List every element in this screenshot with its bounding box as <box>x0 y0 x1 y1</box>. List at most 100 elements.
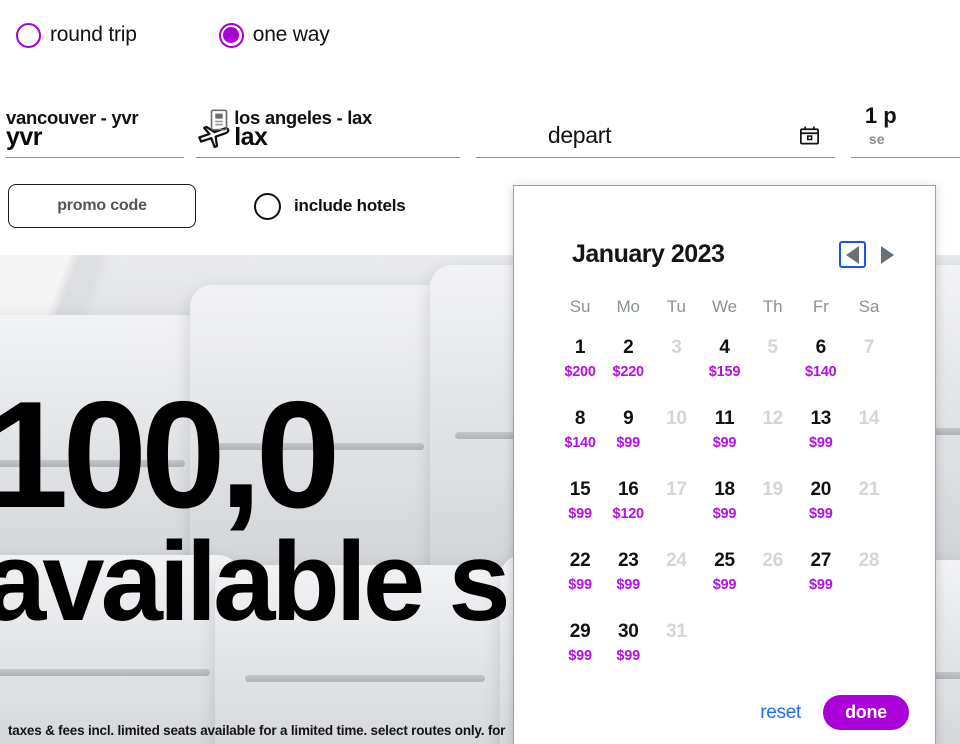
calendar-day-12: 12 <box>749 404 797 475</box>
calendar-day-grid: 1 $200 2 $220 3 4 $159 5 6 $140 7 8 $140 9 $99 10 11 $99 1… <box>514 317 935 688</box>
calendar-day-number: 4 <box>719 337 730 358</box>
calendar-day-21: 21 <box>845 475 893 546</box>
calendar-day-9[interactable]: 9 $99 <box>604 404 652 475</box>
calendar-day-22[interactable]: 22 $99 <box>556 546 604 617</box>
destination-field[interactable]: los angeles - lax lax <box>196 96 460 158</box>
calendar-month-label: January 2023 <box>572 240 725 268</box>
calendar-day-15[interactable]: 15 $99 <box>556 475 604 546</box>
radio-round-trip-label: round trip <box>50 23 137 46</box>
weekday-fr: Fr <box>812 297 829 316</box>
calendar-day-number: 10 <box>666 408 687 429</box>
calendar-day-number: 8 <box>574 408 586 429</box>
calendar-footer: reset done <box>514 695 935 744</box>
calendar-day-price: $99 <box>712 577 737 593</box>
calendar-day-4[interactable]: 4 $159 <box>700 333 748 404</box>
calendar-day-price: $99 <box>808 506 833 522</box>
weekday-tu: Tu <box>666 297 686 316</box>
calendar-day-number: 3 <box>671 337 682 358</box>
destination-value: lax <box>234 123 268 151</box>
calendar-day-number: 21 <box>858 479 880 500</box>
include-hotels-indicator[interactable] <box>254 192 281 220</box>
calendar-day-31: 31 <box>652 617 700 688</box>
calendar-day-number: 27 <box>810 550 832 571</box>
promo-code-button[interactable]: promo code <box>8 184 196 228</box>
calendar-day-1[interactable]: 1 $200 <box>556 333 604 404</box>
reset-button[interactable]: reset <box>760 702 801 724</box>
calendar-day-number: 5 <box>767 337 778 358</box>
depart-placeholder: depart <box>547 122 612 148</box>
calendar-day-27[interactable]: 27 $99 <box>797 546 845 617</box>
calendar-day-23[interactable]: 23 $99 <box>604 546 652 617</box>
calendar-day-5: 5 <box>749 333 797 404</box>
include-hotels-toggle[interactable]: include hotels <box>254 192 406 220</box>
origin-field[interactable]: vancouver - yvr yvr <box>6 96 185 158</box>
calendar-day-number: 12 <box>762 408 783 429</box>
calendar-day-price: $99 <box>808 577 833 593</box>
calendar-day-18[interactable]: 18 $99 <box>700 475 748 546</box>
calendar-nav-group <box>839 241 901 268</box>
calendar-day-number: 15 <box>569 479 591 500</box>
calendar-day-price: $99 <box>568 648 592 664</box>
prev-month-button[interactable] <box>839 241 866 268</box>
radio-round-trip[interactable]: round trip <box>16 22 137 48</box>
calendar-day-30[interactable]: 30 $99 <box>604 617 652 688</box>
calendar-day-price: $99 <box>808 435 833 451</box>
calendar-day-number: 20 <box>810 479 832 500</box>
calendar-day-6[interactable]: 6 $140 <box>797 333 845 404</box>
hero-headline: 100,0 available s <box>0 370 511 645</box>
calendar-day-number: 28 <box>858 550 880 571</box>
weekday-we: We <box>711 297 737 316</box>
radio-one-way-indicator[interactable] <box>218 22 244 48</box>
calendar-day-number: 25 <box>714 550 735 571</box>
calendar-day-number: 19 <box>762 479 783 500</box>
calendar-day-10: 10 <box>652 404 700 475</box>
calendar-day-price: $99 <box>712 506 737 522</box>
calendar-day-number: 6 <box>815 337 827 358</box>
calendar-day-number: 24 <box>666 550 687 571</box>
calendar-day-2[interactable]: 2 $220 <box>604 333 652 404</box>
calendar-day-price: $120 <box>612 506 644 522</box>
calendar-day-number: 23 <box>617 550 639 571</box>
calendar-day-20[interactable]: 20 $99 <box>797 475 845 546</box>
next-month-button[interactable] <box>874 241 901 268</box>
calendar-day-16[interactable]: 16 $120 <box>604 475 652 546</box>
calendar-day-number: 26 <box>762 550 783 571</box>
radio-one-way[interactable]: one way <box>218 22 330 48</box>
calendar-day-price: $99 <box>568 506 592 522</box>
calendar-day-13[interactable]: 13 $99 <box>797 404 845 475</box>
calendar-day-number: 14 <box>858 408 880 429</box>
radio-round-trip-indicator[interactable] <box>16 22 41 48</box>
calendar-day-price: $140 <box>564 435 596 451</box>
passenger-count: 1 p <box>864 103 897 128</box>
calendar-day-number: 29 <box>569 621 591 642</box>
calendar-day-price: $200 <box>564 364 596 380</box>
calendar-day-17: 17 <box>652 475 700 546</box>
calendar-day-number: 17 <box>666 479 687 500</box>
calendar-day-8[interactable]: 8 $140 <box>556 404 604 475</box>
calendar-day-price: $99 <box>616 577 640 593</box>
calendar-day-number: 7 <box>863 337 875 358</box>
calendar-day-19: 19 <box>749 475 797 546</box>
calendar-header: January 2023 <box>514 186 935 269</box>
weekday-su: Su <box>569 297 591 316</box>
calendar-day-26: 26 <box>749 546 797 617</box>
trip-type-selector: round trip one way <box>0 0 960 70</box>
calendar-weekday-header: Su Mo Tu We Th Fr Sa <box>514 269 935 317</box>
hero-headline-line1: 100,0 <box>0 370 340 540</box>
include-hotels-label: include hotels <box>294 196 406 215</box>
done-button[interactable]: done <box>823 695 909 730</box>
date-picker-popup: January 2023 Su Mo Tu We Th Fr Sa 1 $200 2… <box>513 185 936 744</box>
calendar-day-29[interactable]: 29 $99 <box>556 617 604 688</box>
calendar-day-25[interactable]: 25 $99 <box>700 546 748 617</box>
calendar-icon[interactable] <box>798 124 821 147</box>
calendar-day-number: 2 <box>623 337 634 358</box>
calendar-day-price: $99 <box>712 435 737 451</box>
passengers-field[interactable]: 1 p se <box>850 96 960 158</box>
calendar-day-11[interactable]: 11 $99 <box>700 404 748 475</box>
depart-date-field[interactable]: depart <box>475 96 835 158</box>
calendar-day-number: 16 <box>617 479 639 500</box>
calendar-day-28: 28 <box>845 546 893 617</box>
calendar-day-price: $99 <box>616 435 640 451</box>
radio-one-way-label: one way <box>252 23 330 46</box>
hero-headline-line2: available s <box>0 519 511 645</box>
